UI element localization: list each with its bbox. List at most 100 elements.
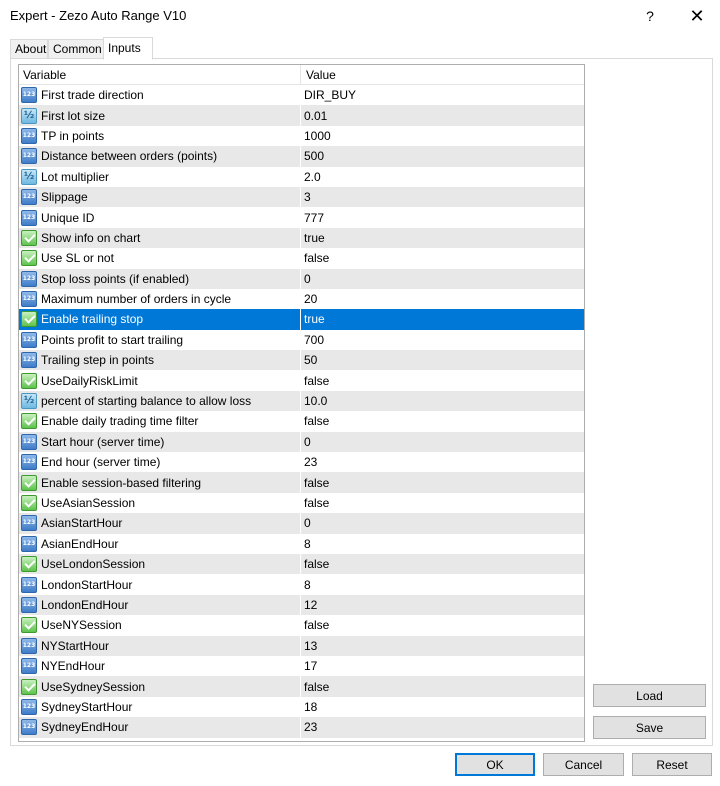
value-cell[interactable]: 50 bbox=[301, 350, 584, 370]
variable-cell[interactable]: AsianStartHour bbox=[19, 513, 301, 534]
variable-cell[interactable]: SydneyStartHour bbox=[19, 696, 301, 718]
table-row[interactable]: End hour (server time) 23 bbox=[19, 452, 584, 473]
variable-cell[interactable]: First trade direction bbox=[19, 85, 301, 106]
value-cell[interactable]: 8 bbox=[301, 574, 584, 594]
table-row[interactable]: LondonEndHour 12 bbox=[19, 594, 584, 616]
value-cell[interactable]: 10.0 bbox=[301, 391, 584, 411]
variable-cell[interactable]: UseNYSession bbox=[19, 615, 301, 636]
ok-button[interactable]: OK bbox=[455, 753, 535, 776]
variable-cell[interactable]: LondonStartHour bbox=[19, 574, 301, 595]
variable-cell[interactable]: TP in points bbox=[19, 125, 301, 147]
value-cell[interactable]: 17 bbox=[301, 656, 584, 676]
value-cell[interactable]: false bbox=[301, 615, 584, 635]
column-header-value[interactable]: Value bbox=[301, 65, 584, 85]
variable-cell[interactable]: Use SL or not bbox=[19, 248, 301, 269]
table-row[interactable]: UseDailyRiskLimit false bbox=[19, 370, 584, 391]
table-row[interactable]: First lot size 0.01 bbox=[19, 105, 584, 126]
variable-cell[interactable]: UseLondonSession bbox=[19, 553, 301, 575]
table-row[interactable]: Slippage 3 bbox=[19, 186, 584, 208]
variable-cell[interactable]: percent of starting balance to allow los… bbox=[19, 390, 301, 412]
table-row[interactable]: Enable daily trading time filter false bbox=[19, 411, 584, 432]
value-cell[interactable]: 700 bbox=[301, 330, 584, 350]
variable-cell[interactable]: Slippage bbox=[19, 186, 301, 208]
variable-cell[interactable]: Lot multiplier bbox=[19, 166, 301, 187]
variable-cell[interactable]: Start hour (server time) bbox=[19, 431, 301, 453]
table-row[interactable]: AsianEndHour 8 bbox=[19, 533, 584, 554]
table-row[interactable]: Stop loss points (if enabled) 0 bbox=[19, 268, 584, 289]
cancel-button[interactable]: Cancel bbox=[543, 753, 624, 776]
value-cell[interactable]: false bbox=[301, 554, 584, 574]
variable-cell[interactable]: Points profit to start trailing bbox=[19, 329, 301, 351]
table-row[interactable]: Distance between orders (points) 500 bbox=[19, 146, 584, 167]
value-cell[interactable]: false bbox=[301, 493, 584, 513]
help-button[interactable]: ? bbox=[627, 0, 673, 32]
table-row[interactable]: percent of starting balance to allow los… bbox=[19, 390, 584, 412]
variable-cell[interactable]: Distance between orders (points) bbox=[19, 146, 301, 167]
table-row[interactable]: First trade direction DIR_BUY bbox=[19, 85, 584, 106]
variable-cell[interactable]: Stop loss points (if enabled) bbox=[19, 268, 301, 289]
variable-cell[interactable]: NYEndHour bbox=[19, 655, 301, 677]
tab-inputs[interactable]: Inputs bbox=[103, 37, 153, 60]
value-cell[interactable]: 0 bbox=[301, 269, 584, 289]
variable-cell[interactable]: Trailing step in points bbox=[19, 350, 301, 371]
table-row[interactable]: NYStartHour 13 bbox=[19, 635, 584, 656]
table-row[interactable]: Trailing step in points 50 bbox=[19, 350, 584, 371]
variable-cell[interactable]: UseAsianSession bbox=[19, 492, 301, 514]
table-row[interactable]: UseSydneySession false bbox=[19, 676, 584, 697]
table-row[interactable]: AsianStartHour 0 bbox=[19, 513, 584, 534]
variable-cell[interactable]: Enable daily trading time filter bbox=[19, 411, 301, 432]
reset-button[interactable]: Reset bbox=[632, 753, 712, 776]
variable-cell[interactable]: Enable trailing stop bbox=[19, 309, 301, 330]
table-row[interactable]: Enable trailing stop true bbox=[19, 309, 584, 330]
variable-cell[interactable]: First lot size bbox=[19, 105, 301, 126]
value-cell[interactable]: 12 bbox=[301, 595, 584, 615]
load-button[interactable]: Load bbox=[593, 684, 706, 707]
table-row[interactable]: Points profit to start trailing 700 bbox=[19, 329, 584, 351]
save-button[interactable]: Save bbox=[593, 716, 706, 739]
value-cell[interactable]: 0.01 bbox=[301, 105, 584, 125]
value-cell[interactable]: 777 bbox=[301, 207, 584, 227]
value-cell[interactable]: 23 bbox=[301, 452, 584, 472]
value-cell[interactable]: 0 bbox=[301, 513, 584, 533]
variable-cell[interactable]: SydneyEndHour bbox=[19, 717, 301, 738]
variable-cell[interactable]: Show info on chart bbox=[19, 227, 301, 249]
value-cell[interactable]: false bbox=[301, 411, 584, 431]
tab-about[interactable]: About bbox=[10, 39, 48, 59]
table-row[interactable]: UseLondonSession false bbox=[19, 553, 584, 575]
close-button[interactable]: ✕ bbox=[674, 0, 720, 32]
variable-cell[interactable]: NYStartHour bbox=[19, 635, 301, 656]
table-row[interactable]: SydneyStartHour 18 bbox=[19, 696, 584, 718]
column-header-variable[interactable]: Variable bbox=[19, 65, 301, 85]
value-cell[interactable]: 18 bbox=[301, 697, 584, 717]
value-cell[interactable]: 500 bbox=[301, 146, 584, 166]
table-row[interactable]: Lot multiplier 2.0 bbox=[19, 166, 584, 187]
variable-cell[interactable]: Maximum number of orders in cycle bbox=[19, 288, 301, 310]
value-cell[interactable]: false bbox=[301, 370, 584, 390]
value-cell[interactable]: true bbox=[301, 309, 584, 329]
value-cell[interactable]: 3 bbox=[301, 187, 584, 207]
value-cell[interactable]: 2.0 bbox=[301, 167, 584, 187]
value-cell[interactable]: 20 bbox=[301, 289, 584, 309]
table-row[interactable]: UseNYSession false bbox=[19, 615, 584, 636]
tab-common[interactable]: Common bbox=[48, 39, 110, 59]
table-row[interactable]: LondonStartHour 8 bbox=[19, 574, 584, 595]
table-row[interactable]: Maximum number of orders in cycle 20 bbox=[19, 288, 584, 310]
value-cell[interactable]: 23 bbox=[301, 717, 584, 737]
table-row[interactable]: SydneyEndHour 23 bbox=[19, 717, 584, 738]
table-row[interactable]: UseAsianSession false bbox=[19, 492, 584, 514]
value-cell[interactable]: 1000 bbox=[301, 126, 584, 146]
value-cell[interactable]: 13 bbox=[301, 636, 584, 656]
table-row[interactable]: Start hour (server time) 0 bbox=[19, 431, 584, 453]
value-cell[interactable]: 8 bbox=[301, 534, 584, 554]
table-row[interactable]: TP in points 1000 bbox=[19, 125, 584, 147]
table-row[interactable]: NYEndHour 17 bbox=[19, 655, 584, 677]
value-cell[interactable]: false bbox=[301, 248, 584, 268]
value-cell[interactable]: false bbox=[301, 676, 584, 696]
variable-cell[interactable]: UseDailyRiskLimit bbox=[19, 370, 301, 391]
variable-cell[interactable]: LondonEndHour bbox=[19, 594, 301, 616]
table-row[interactable]: Show info on chart true bbox=[19, 227, 584, 249]
table-row[interactable]: Enable session-based filtering false bbox=[19, 472, 584, 493]
variable-cell[interactable]: UseSydneySession bbox=[19, 676, 301, 697]
variable-cell[interactable]: Enable session-based filtering bbox=[19, 472, 301, 493]
value-cell[interactable]: 0 bbox=[301, 432, 584, 452]
